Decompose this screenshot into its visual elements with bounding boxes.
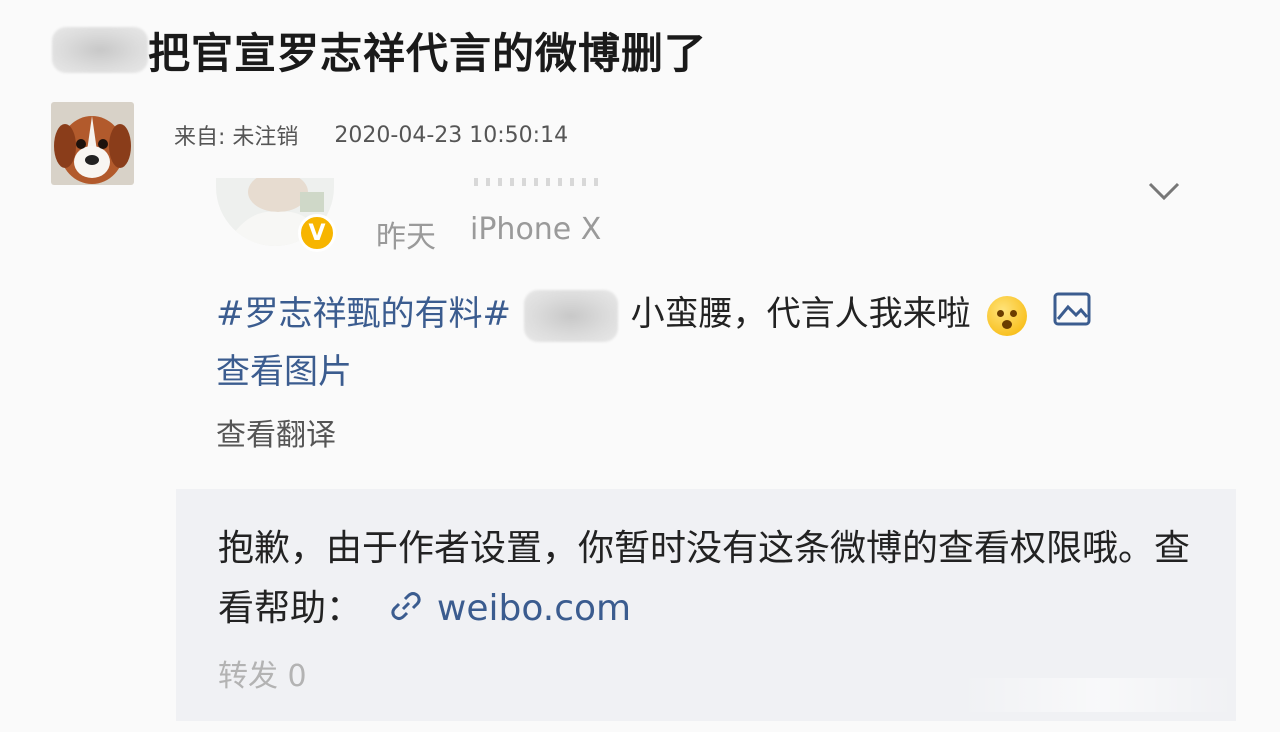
source-label[interactable]: 来自: 未注销	[174, 119, 298, 151]
commenter-avatar[interactable]	[51, 102, 134, 185]
hashtag-link[interactable]: #罗志祥甄的有料#	[216, 294, 511, 334]
verified-badge-icon: V	[298, 214, 336, 252]
image-icon[interactable]	[1052, 288, 1092, 344]
notice-text-block: 抱歉，由于作者设置，你暂时没有这条微博的查看权限哦。查看帮助： weibo.co…	[218, 519, 1218, 640]
post-meta: 昨天 iPhone X	[376, 212, 601, 256]
post-body: #罗志祥甄的有料# 小蛮腰，代言人我来啦 查看图片	[216, 286, 1226, 400]
watermark	[960, 678, 1236, 712]
view-translation-link[interactable]: 查看翻译	[216, 410, 336, 454]
comment-meta: 来自: 未注销 2020-04-23 10:50:14	[174, 118, 568, 152]
post-device: iPhone X	[470, 212, 602, 247]
link-icon	[391, 580, 422, 640]
screenshot-page: 把官宣罗志祥代言的微博删了 来自: 未注销 2020-04-23 10:50:1…	[0, 0, 1280, 732]
blurred-text	[523, 289, 618, 342]
page-title: 把官宣罗志祥代言的微博删了	[52, 22, 707, 78]
view-image-link[interactable]: 查看图片	[216, 352, 352, 392]
dog-avatar-image	[51, 102, 134, 185]
repost-count[interactable]: 转发 0	[218, 651, 307, 695]
title-text: 把官宣罗志祥代言的微博删了	[148, 28, 708, 78]
post-time: 昨天	[376, 220, 436, 255]
comment-timestamp: 2020-04-23 10:50:14	[334, 122, 569, 148]
flushed-face-emoji	[987, 295, 1028, 336]
blurred-username	[474, 178, 604, 186]
post-text-tail: 小蛮腰，代言人我来啦	[630, 294, 971, 334]
blurred-name	[52, 27, 148, 73]
notice-text: 抱歉，由于作者设置，你暂时没有这条微博的查看权限哦。查看帮助：	[218, 528, 1191, 629]
embedded-post-header: V 昨天 iPhone X	[216, 178, 1216, 258]
weibo-help-link[interactable]: weibo.com	[437, 588, 631, 629]
chevron-down-icon[interactable]	[1146, 178, 1182, 204]
